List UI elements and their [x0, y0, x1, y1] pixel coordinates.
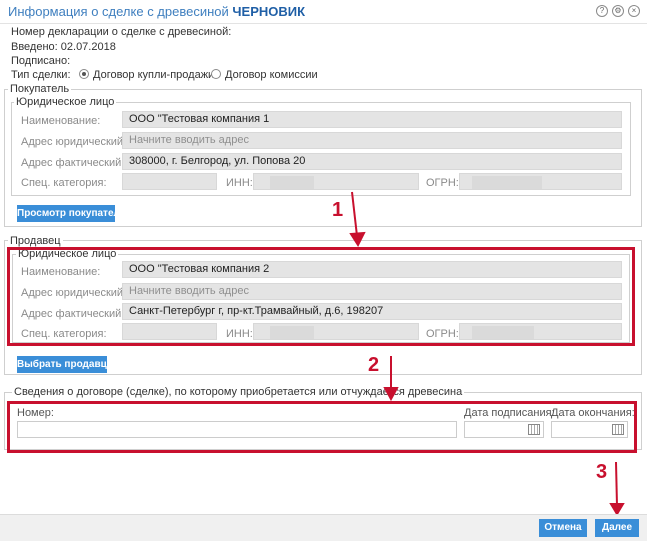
arrow-icon [383, 356, 399, 402]
next-button[interactable]: Далее [595, 519, 639, 537]
arrow-icon [349, 191, 366, 248]
annotation-arrows [349, 191, 625, 516]
arrow-icon [609, 461, 625, 516]
cancel-button[interactable]: Отмена [539, 519, 587, 537]
